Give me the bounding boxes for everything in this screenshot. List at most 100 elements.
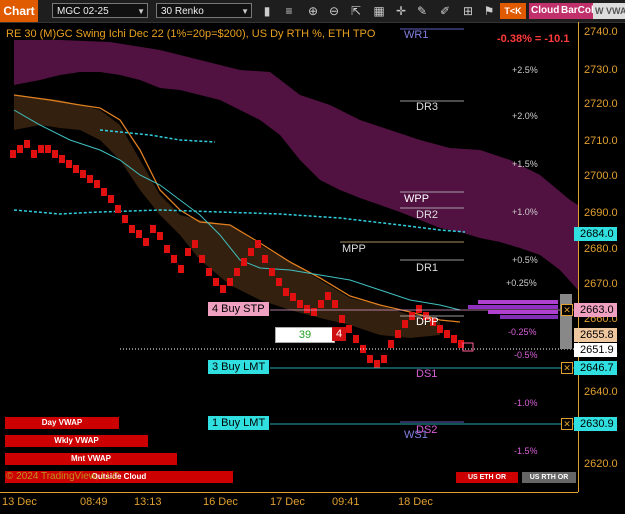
instrument-label: MGC 02-25 xyxy=(57,6,109,17)
monthly-vwap-button[interactable]: Mnt VWAP xyxy=(5,453,177,465)
y-tick-label: 2680.0 xyxy=(584,243,618,255)
renko-brick xyxy=(325,292,331,300)
bar-type-label: 30 Renko xyxy=(161,6,204,17)
percent-change: -0.38% = -10.1 xyxy=(497,33,570,45)
chart-menu-button[interactable]: Chart xyxy=(0,0,38,22)
grid-icon[interactable]: ⊞ xyxy=(460,3,476,19)
renko-brick xyxy=(241,258,247,266)
draw-tools-icon[interactable]: ✐ xyxy=(437,3,453,19)
renko-brick xyxy=(381,355,387,363)
renko-brick xyxy=(332,300,338,308)
y-tick-label: 2690.0 xyxy=(584,207,618,219)
renko-brick xyxy=(388,340,394,348)
dr1-label: DR1 xyxy=(416,262,439,274)
renko-brick xyxy=(255,240,261,248)
x-tick-label: 17 Dec xyxy=(270,496,305,508)
renko-brick xyxy=(311,308,317,316)
renko-brick xyxy=(171,255,177,263)
us-rth-or-button[interactable]: US RTH OR xyxy=(522,472,576,483)
chart-toolbar: Chart MGC 02-25 ▼ 30 Renko ▼ ▮ ≡ ⊕ ⊖ ⇱ ▦… xyxy=(0,0,625,23)
x-tick-label: 08:49 xyxy=(80,496,108,508)
renko-brick xyxy=(213,278,219,286)
renko-brick xyxy=(136,230,142,238)
data-box-icon[interactable]: ▦ xyxy=(371,3,387,19)
renko-brick xyxy=(94,180,100,188)
renko-brick xyxy=(262,255,268,263)
chart-title: RE 30 (M)GC Swing Ichi Dec 22 (1%=20p=$2… xyxy=(6,28,376,40)
buy-stp-order[interactable]: 4 Buy STP xyxy=(208,302,269,316)
pct-level-label: +0.5% xyxy=(512,255,538,265)
renko-brick xyxy=(227,278,233,286)
renko-brick xyxy=(31,150,37,158)
dr2-label: DR2 xyxy=(416,209,439,221)
bar-chart-icon[interactable]: ▮ xyxy=(259,3,275,19)
y-tick-label: 2670.0 xyxy=(584,278,618,290)
renko-brick xyxy=(297,300,303,308)
x-tick-label: 09:41 xyxy=(332,496,360,508)
cancel-order-icon[interactable]: ✕ xyxy=(561,304,573,316)
y-tick-label: 2710.0 xyxy=(584,135,618,147)
pct-level-label: -0.5% xyxy=(514,350,538,360)
renko-brick xyxy=(276,278,282,286)
flag-icon[interactable]: ⚑ xyxy=(481,3,497,19)
ds1-label: DS1 xyxy=(416,368,438,380)
renko-brick xyxy=(402,320,408,328)
day-vwap-button[interactable]: Day VWAP xyxy=(5,417,119,429)
bar-color-toggle[interactable]: BarCol xyxy=(559,3,596,19)
zoom-out-icon[interactable]: ⊖ xyxy=(326,3,342,19)
renko-brick xyxy=(304,305,310,313)
pct-level-label: -0.25% xyxy=(508,327,537,337)
y-tick-label: 2740.0 xyxy=(584,26,618,38)
x-tick-label: 13 Dec xyxy=(2,496,37,508)
attach-icon[interactable]: ✎ xyxy=(414,3,430,19)
y-tick-label: 2620.0 xyxy=(584,458,618,470)
cancel-order-icon[interactable]: ✕ xyxy=(561,362,573,374)
renko-brick xyxy=(101,188,107,196)
renko-brick xyxy=(290,293,296,301)
cancel-order-icon[interactable]: ✕ xyxy=(561,418,573,430)
renko-brick xyxy=(45,145,51,153)
y-tick-label: 2700.0 xyxy=(584,170,618,182)
renko-brick xyxy=(353,335,359,343)
buy-lmt-1-order[interactable]: 1 Buy LMT xyxy=(208,416,270,430)
renko-brick xyxy=(374,360,380,368)
renko-brick xyxy=(122,215,128,223)
order-quantity-value[interactable]: 39 xyxy=(275,327,335,343)
line-style-icon[interactable]: ≡ xyxy=(281,3,297,19)
renko-brick xyxy=(150,225,156,233)
zoom-in-icon[interactable]: ⊕ xyxy=(305,3,321,19)
order-quantity-count[interactable]: 4 xyxy=(332,327,347,341)
renko-brick xyxy=(395,330,401,338)
mpp-label: MPP xyxy=(342,243,366,255)
renko-brick xyxy=(339,315,345,323)
weekly-vwap-toggle[interactable]: W VWAP xyxy=(593,3,625,19)
crosshair-icon[interactable]: ✛ xyxy=(393,3,409,19)
renko-brick xyxy=(157,232,163,240)
wr1-label: WR1 xyxy=(404,29,429,41)
tenkan-kijun-toggle[interactable]: T<K xyxy=(500,3,526,19)
weekly-vwap-button[interactable]: Wkly VWAP xyxy=(5,435,148,447)
renko-brick xyxy=(234,268,240,276)
cloud-toggle[interactable]: Cloud xyxy=(529,3,562,19)
us-eth-or-button[interactable]: US ETH OR xyxy=(456,472,518,483)
price-tag-ma: 2684.0 xyxy=(574,227,617,241)
dr3-label: DR3 xyxy=(416,101,439,113)
renko-brick xyxy=(206,268,212,276)
renko-brick xyxy=(346,325,352,333)
y-tick-label: 2640.0 xyxy=(584,386,618,398)
pct-level-label: -1.0% xyxy=(514,398,538,408)
pct-level-label: +0.25% xyxy=(506,278,537,288)
renko-brick xyxy=(367,355,373,363)
wpp-label: WPP xyxy=(404,193,430,205)
instrument-selector[interactable]: MGC 02-25 ▼ xyxy=(52,3,148,18)
renko-brick xyxy=(24,140,30,148)
dpp-label: DPP xyxy=(416,316,439,328)
renko-brick xyxy=(283,288,289,296)
renko-brick xyxy=(178,265,184,273)
price-tag-buy-lmt-1: 2630.9 xyxy=(574,417,617,431)
cursor-icon[interactable]: ⇱ xyxy=(348,3,364,19)
renko-brick xyxy=(143,238,149,246)
buy-lmt-3-order[interactable]: 3 Buy LMT xyxy=(208,360,270,374)
bar-type-selector[interactable]: 30 Renko ▼ xyxy=(156,3,252,18)
renko-brick xyxy=(87,175,93,183)
